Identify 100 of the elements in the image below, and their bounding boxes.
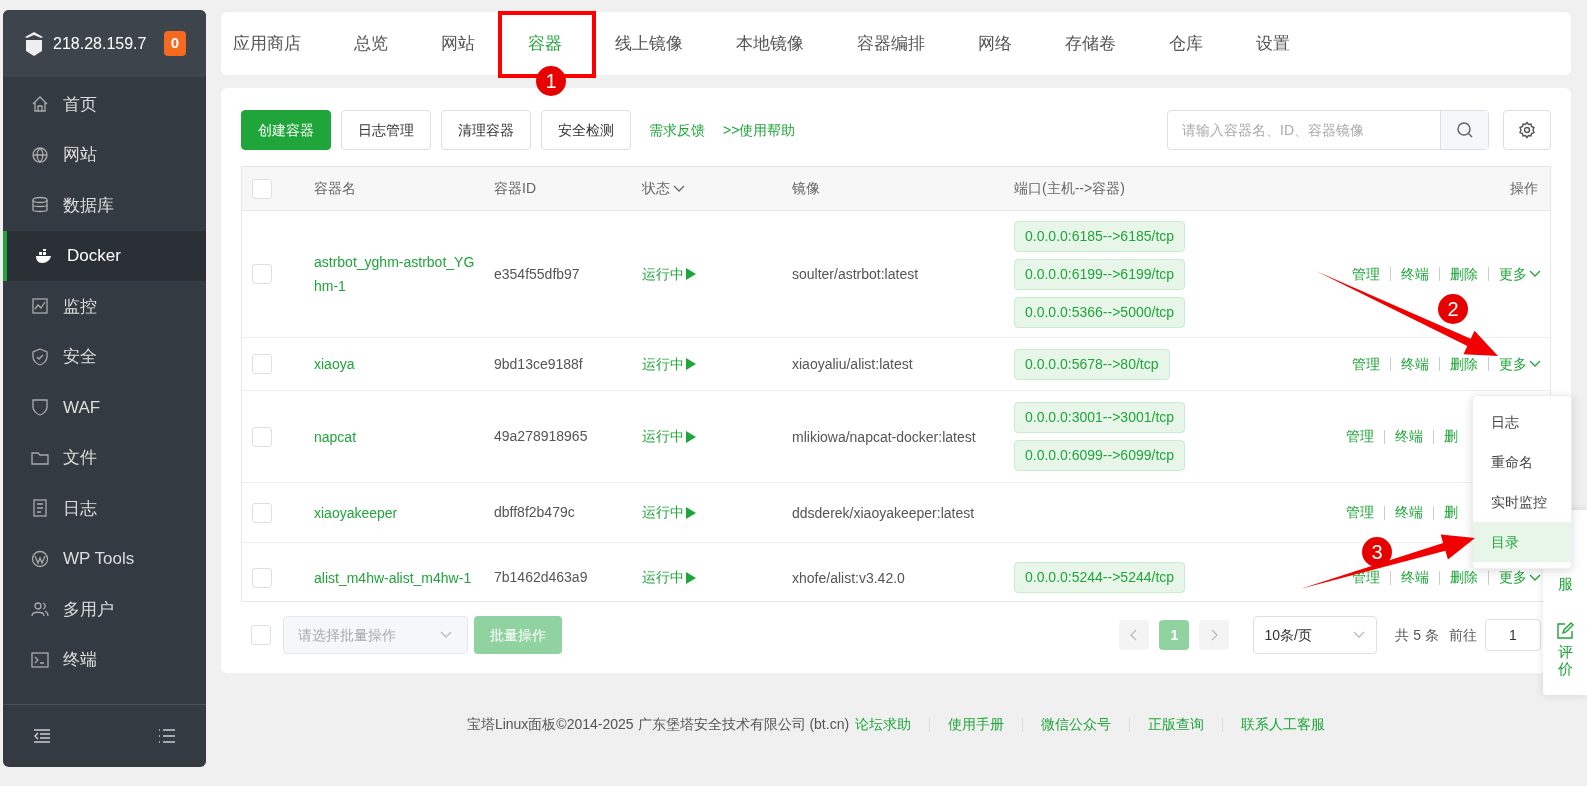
search-field[interactable]: 请输入容器名、ID、容器镜像 xyxy=(1168,111,1440,149)
table-cell: 7b1462d463a9 xyxy=(494,569,588,585)
tab[interactable]: 存储卷 xyxy=(1065,30,1116,57)
dropdown-item[interactable]: 日志 xyxy=(1473,402,1571,442)
checkbox[interactable] xyxy=(252,178,272,199)
help-link[interactable]: 需求反馈 xyxy=(649,119,705,141)
checkbox[interactable] xyxy=(252,502,272,523)
play-icon[interactable] xyxy=(685,429,697,444)
footer-link[interactable]: 微信公众号 xyxy=(1041,714,1112,735)
status-text[interactable]: 运行中 xyxy=(642,353,684,375)
dropdown-item[interactable]: 实时监控 xyxy=(1473,482,1571,522)
tab[interactable]: 设置 xyxy=(1256,30,1290,57)
edit-icon[interactable] xyxy=(1556,622,1574,640)
play-icon[interactable] xyxy=(685,267,697,281)
container-name-link[interactable]: astrbot_yghm-astrbot_YGhm-1 xyxy=(314,250,478,298)
action-link[interactable]: 删除 xyxy=(1450,263,1478,285)
container-name-link[interactable]: xiaoya xyxy=(314,352,478,376)
action-link[interactable]: 终端 xyxy=(1401,567,1429,588)
checkbox[interactable] xyxy=(252,426,272,447)
sidebar-item[interactable]: 首页 xyxy=(3,79,206,130)
tab[interactable]: 应用商店 xyxy=(233,30,301,57)
tab[interactable]: 网络 xyxy=(978,30,1012,57)
notification-badge[interactable]: 0 xyxy=(163,31,186,56)
status-text[interactable]: 运行中 xyxy=(642,502,684,523)
action-link[interactable]: 终端 xyxy=(1401,353,1429,375)
checkbox[interactable] xyxy=(252,264,272,284)
logo-icon xyxy=(23,30,45,57)
server-address: 218.28.159.7 xyxy=(53,33,148,54)
footer-link[interactable]: 论坛求助 xyxy=(855,714,912,735)
action-link[interactable]: 管理 xyxy=(1352,263,1380,285)
action-link[interactable]: 删除 xyxy=(1450,567,1478,588)
page-size-select[interactable]: 10条/页 xyxy=(1253,616,1378,654)
sidebar-item[interactable]: 监控 xyxy=(3,281,206,332)
search-box[interactable]: 请输入容器名、ID、容器镜像 xyxy=(1167,110,1489,150)
checkbox[interactable] xyxy=(252,567,272,588)
dropdown-item[interactable]: 目录 xyxy=(1473,522,1571,562)
chevron-down-icon[interactable] xyxy=(672,183,686,194)
footer-link[interactable]: 联系人工客服 xyxy=(1241,714,1326,735)
sidebar-item[interactable]: WP Tools xyxy=(3,533,206,584)
side-link[interactable]: 服 xyxy=(1557,575,1573,592)
action-link[interactable]: 管理 xyxy=(1346,426,1374,447)
play-icon[interactable] xyxy=(685,505,697,520)
tab[interactable]: 网站 xyxy=(441,30,475,57)
action-link[interactable]: 终端 xyxy=(1395,426,1423,447)
collapse-icon[interactable] xyxy=(33,728,51,744)
help-link[interactable]: >>使用帮助 xyxy=(723,119,796,141)
toolbar-button[interactable]: 安全检测 xyxy=(541,110,631,150)
create-button[interactable]: 创建容器 xyxy=(241,110,331,150)
action-link[interactable]: 管理 xyxy=(1352,353,1380,375)
toolbar-button[interactable]: 日志管理 xyxy=(341,110,431,150)
dropdown-item[interactable]: 重命名 xyxy=(1473,442,1571,482)
action-link[interactable]: 更多 xyxy=(1499,263,1542,285)
container-name-link[interactable]: napcat xyxy=(314,424,478,449)
list-icon[interactable] xyxy=(158,728,176,744)
side-link[interactable]: 评价 xyxy=(1557,644,1573,677)
page-button[interactable]: 1 xyxy=(1159,620,1190,650)
column-header[interactable]: 状态 xyxy=(642,178,670,199)
sidebar-item[interactable]: 数据库 xyxy=(3,180,206,231)
tab[interactable]: 总览 xyxy=(354,30,388,57)
toolbar-button[interactable]: 清理容器 xyxy=(441,110,531,150)
container-name-link[interactable]: alist_m4hw-alist_m4hw-1 xyxy=(314,565,478,590)
bulk-action-button[interactable]: 批量操作 xyxy=(474,616,562,654)
sidebar-item[interactable]: Docker xyxy=(3,230,206,281)
action-link[interactable]: 终端 xyxy=(1401,263,1429,285)
chevron-down-icon xyxy=(1528,572,1542,583)
tab[interactable]: 仓库 xyxy=(1169,30,1203,57)
action-link[interactable]: 更多 xyxy=(1499,353,1542,375)
action-link[interactable]: 删 xyxy=(1444,426,1458,447)
footer-link[interactable]: 正版查询 xyxy=(1148,714,1205,735)
tab[interactable]: 线上镜像 xyxy=(615,30,683,57)
tab[interactable]: 容器编排 xyxy=(857,30,925,57)
table-cell: mlikiowa/napcat-docker:latest xyxy=(792,428,976,445)
sidebar-item[interactable]: 终端 xyxy=(3,634,206,685)
page-input[interactable]: 1 xyxy=(1485,619,1541,651)
search-icon[interactable] xyxy=(1455,121,1474,139)
status-text[interactable]: 运行中 xyxy=(642,263,684,285)
sidebar-item[interactable]: 网站 xyxy=(3,129,206,180)
container-name-link[interactable]: xiaoyakeeper xyxy=(314,500,478,525)
footer-link[interactable]: 使用手册 xyxy=(948,714,1005,735)
action-link[interactable]: 删 xyxy=(1444,502,1458,523)
checkbox[interactable] xyxy=(251,625,271,645)
settings-button[interactable] xyxy=(1503,110,1551,150)
play-icon[interactable] xyxy=(685,570,697,585)
status-text[interactable]: 运行中 xyxy=(642,426,684,447)
bulk-action-select[interactable]: 请选择批量操作 xyxy=(283,616,468,654)
sidebar-item[interactable]: WAF xyxy=(3,382,206,433)
play-icon[interactable] xyxy=(685,357,697,371)
users-icon xyxy=(31,600,49,619)
action-link[interactable]: 管理 xyxy=(1346,502,1374,523)
tab[interactable]: 本地镜像 xyxy=(736,30,804,57)
action-link[interactable]: 删除 xyxy=(1450,353,1478,375)
action-link[interactable]: 终端 xyxy=(1395,502,1423,523)
checkbox[interactable] xyxy=(252,354,272,374)
sidebar-item[interactable]: 文件 xyxy=(3,432,206,483)
action-link[interactable]: 更多 xyxy=(1499,567,1542,588)
sidebar-item[interactable]: 安全 xyxy=(3,331,206,382)
sidebar-item[interactable]: 日志 xyxy=(3,483,206,534)
tab[interactable]: 容器 xyxy=(528,30,562,57)
sidebar-item[interactable]: 多用户 xyxy=(3,584,206,635)
status-text[interactable]: 运行中 xyxy=(642,567,684,588)
